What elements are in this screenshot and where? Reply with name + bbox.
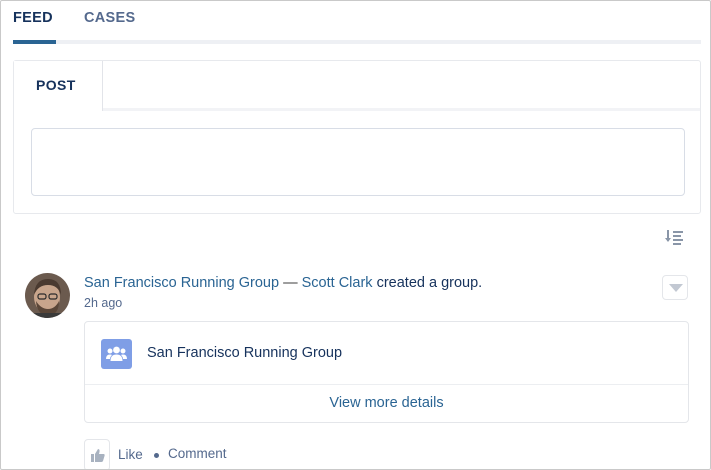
chevron-down-icon [669, 284, 683, 292]
comment-link[interactable]: Comment [168, 446, 227, 461]
group-link[interactable]: San Francisco Running Group [84, 275, 279, 291]
active-tab-indicator [13, 40, 56, 44]
publisher-tab-bar: POST [14, 61, 700, 111]
author-link[interactable]: Scott Clark [302, 275, 373, 291]
tab-post[interactable]: POST [14, 61, 103, 111]
thumbs-up-icon [91, 449, 105, 462]
feed-item-actions: Like Comment [84, 439, 384, 469]
view-more-details-link[interactable]: View more details [85, 395, 688, 411]
like-button[interactable] [84, 439, 110, 469]
item-menu-button[interactable] [662, 275, 688, 300]
action-separator-dot [154, 453, 159, 458]
publisher-card: POST [13, 60, 701, 214]
sort-icon[interactable] [665, 229, 683, 245]
tab-bar: FEED CASES [13, 1, 701, 44]
feed-item-headline: San Francisco Running Group — Scott Clar… [84, 275, 482, 291]
avatar[interactable] [25, 273, 70, 318]
tab-feed[interactable]: FEED [13, 10, 53, 26]
group-card: San Francisco Running Group View more de… [84, 321, 689, 423]
group-icon [101, 339, 132, 369]
tab-cases[interactable]: CASES [84, 10, 135, 26]
like-label[interactable]: Like [118, 447, 143, 462]
feed-panel: FEED CASES POST San Francisco Running Gr… [0, 0, 711, 470]
action-text: created a group. [376, 275, 483, 291]
tab-post-label: POST [36, 77, 76, 93]
post-input[interactable] [31, 128, 685, 196]
card-divider [85, 384, 688, 385]
headline-separator: — [283, 275, 298, 291]
timestamp[interactable]: 2h ago [84, 296, 122, 310]
group-name[interactable]: San Francisco Running Group [147, 345, 342, 361]
